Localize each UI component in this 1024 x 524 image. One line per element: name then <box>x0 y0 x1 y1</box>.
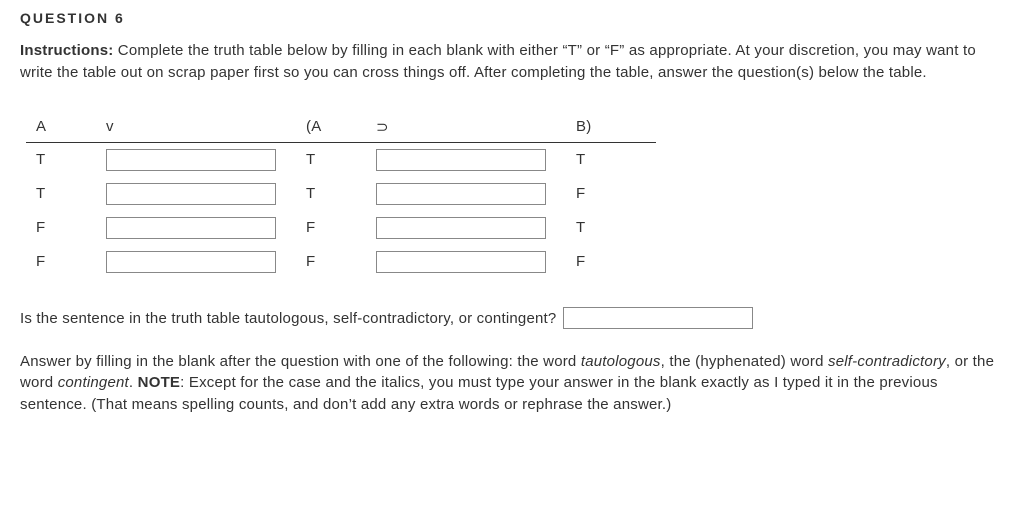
cell-A: T <box>26 142 96 177</box>
followup-row: Is the sentence in the truth table tauto… <box>20 307 1004 329</box>
cell-imp-input[interactable] <box>376 149 546 171</box>
cell-v-input[interactable] <box>106 217 276 239</box>
note-prefix: Answer by filling in the blank after the… <box>20 353 581 370</box>
instructions-label: Instructions: <box>20 42 113 59</box>
word-tautologous: tautologous <box>581 353 661 370</box>
cell-imp-input[interactable] <box>376 251 546 273</box>
cell-B: F <box>566 177 656 211</box>
followup-question: Is the sentence in the truth table tauto… <box>20 310 556 327</box>
header-pA: (A <box>296 112 366 143</box>
cell-A: T <box>26 177 96 211</box>
note-label: NOTE <box>138 374 180 391</box>
word-contingent: contingent <box>58 374 129 391</box>
note-period: . <box>129 374 138 391</box>
cell-A: F <box>26 211 96 245</box>
followup-answer-input[interactable] <box>563 307 753 329</box>
cell-pA: F <box>296 211 366 245</box>
note-mid1: , the (hyphenated) word <box>661 353 828 370</box>
header-A: A <box>26 112 96 143</box>
cell-v-input[interactable] <box>106 149 276 171</box>
cell-B: F <box>566 245 656 279</box>
cell-A: F <box>26 245 96 279</box>
cell-B: T <box>566 142 656 177</box>
table-row: F F T <box>26 211 656 245</box>
table-row: T T F <box>26 177 656 211</box>
word-self-contradictory: self-contradictory <box>828 353 946 370</box>
cell-B: T <box>566 211 656 245</box>
cell-v-input[interactable] <box>106 183 276 205</box>
table-row: T T T <box>26 142 656 177</box>
cell-v-input[interactable] <box>106 251 276 273</box>
cell-pA: F <box>296 245 366 279</box>
question-number: QUESTION 6 <box>20 10 1004 26</box>
header-imp: ⊃ <box>366 112 566 143</box>
header-v: v <box>96 112 296 143</box>
instructions-block: Instructions: Complete the truth table b… <box>20 40 1004 84</box>
table-header-row: A v (A ⊃ B) <box>26 112 656 143</box>
cell-pA: T <box>296 177 366 211</box>
answer-note: Answer by filling in the blank after the… <box>20 351 1004 416</box>
header-B: B) <box>566 112 656 143</box>
instructions-text: Complete the truth table below by fillin… <box>20 42 976 81</box>
cell-imp-input[interactable] <box>376 217 546 239</box>
cell-imp-input[interactable] <box>376 183 546 205</box>
table-row: F F F <box>26 245 656 279</box>
truth-table: A v (A ⊃ B) T T T T T F F F T F F F <box>26 112 656 279</box>
cell-pA: T <box>296 142 366 177</box>
